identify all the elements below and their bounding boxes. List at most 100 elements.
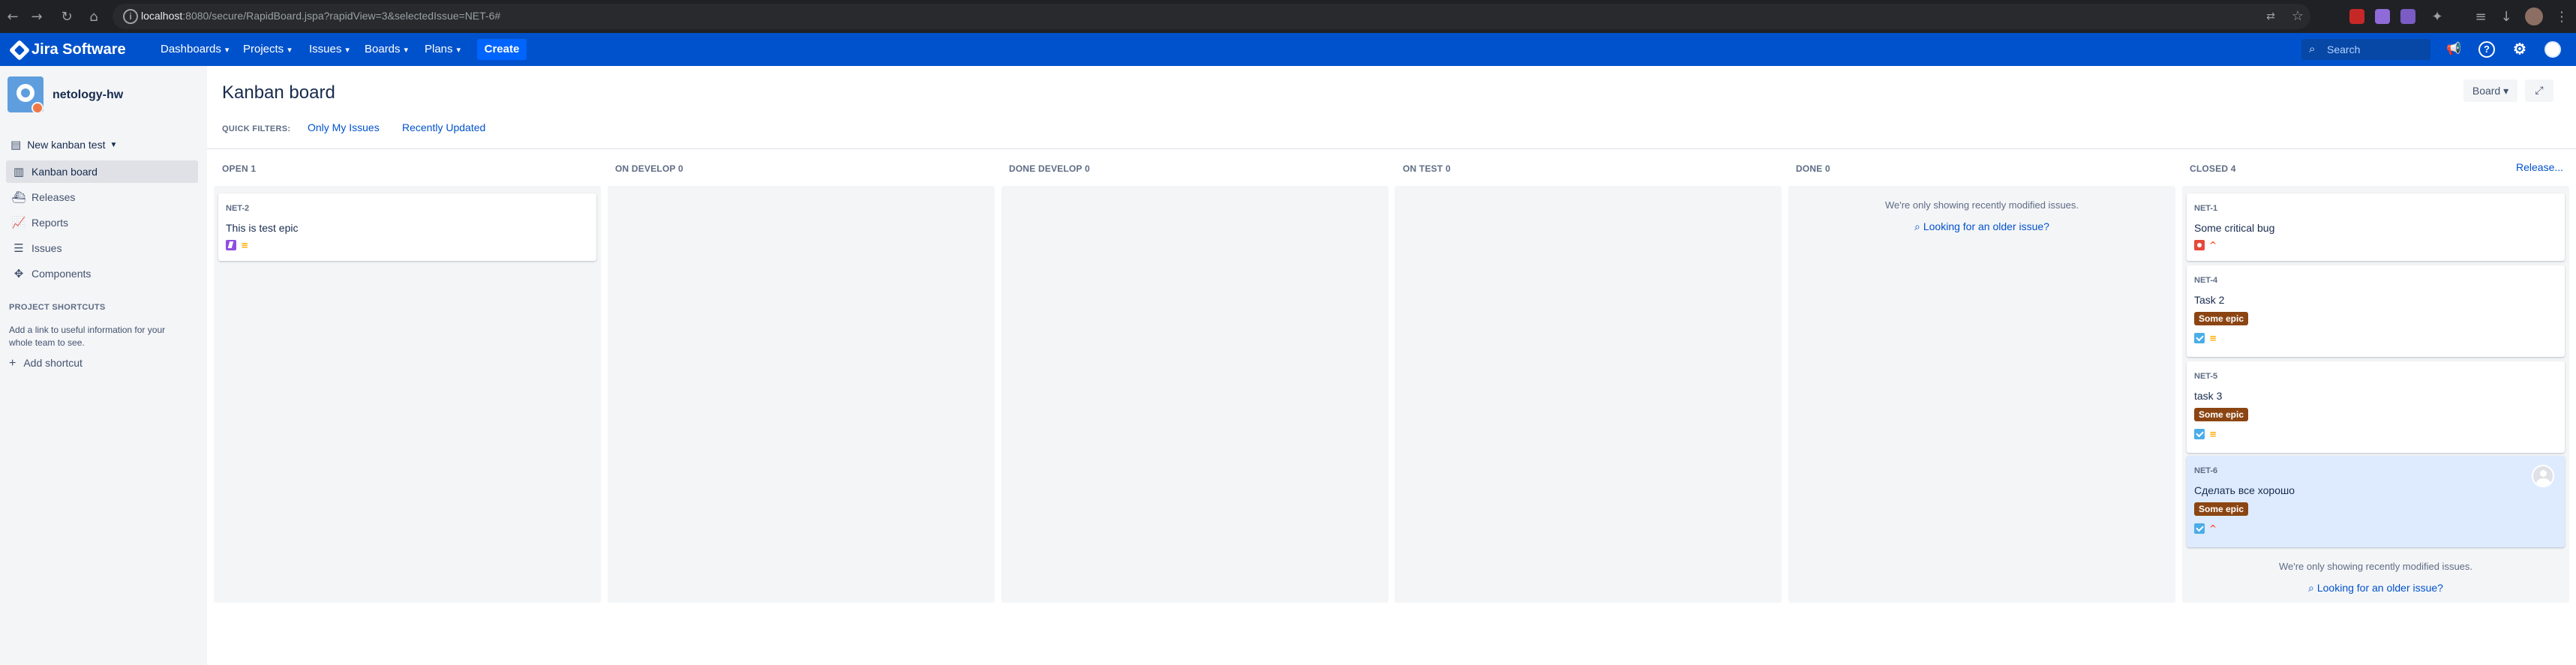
- task-type-icon: [2194, 333, 2205, 343]
- sidebar-item-issues[interactable]: ☰ Issues: [0, 237, 198, 259]
- board-menu-button[interactable]: Board ▾: [2463, 79, 2517, 102]
- issue-summary: Сделать все хорошо: [2194, 484, 2295, 496]
- download-icon[interactable]: ↓: [2498, 9, 2514, 25]
- nav-plans[interactable]: Plans ▾: [425, 43, 461, 55]
- epic-label[interactable]: Some epic: [2194, 502, 2249, 516]
- sidebar-item-label: Kanban board: [32, 166, 98, 178]
- assignee-avatar[interactable]: [2532, 465, 2554, 487]
- issue-summary: Task 2: [2194, 294, 2225, 306]
- forward-icon[interactable]: →: [29, 9, 45, 25]
- extension-icon[interactable]: [2349, 9, 2364, 24]
- jira-logo[interactable]: Jira Software: [8, 39, 126, 61]
- issue-key[interactable]: NET-6: [2194, 466, 2217, 475]
- column-done: We're only showing recently modified iss…: [1788, 186, 2175, 603]
- column-header-done-develop: DONE DEVELOP 0: [1009, 163, 1090, 174]
- add-shortcut-link[interactable]: + Add shortcut: [9, 357, 83, 370]
- issue-key[interactable]: NET-1: [2194, 204, 2217, 213]
- issue-card-net-6[interactable]: NET-6 Сделать все хорошо Some epic ^: [2187, 456, 2565, 547]
- search-icon: ⌕: [1914, 221, 1920, 233]
- issue-card-net-2[interactable]: NET-2 This is test epic ≡: [218, 193, 596, 261]
- browser-toolbar: ← → ↻ ⌂ i localhost:8080/secure/RapidBoa…: [0, 0, 2576, 33]
- issue-summary: Some critical bug: [2194, 222, 2275, 234]
- help-icon[interactable]: ?: [2478, 41, 2495, 58]
- filter-only-my-issues[interactable]: Only My Issues: [308, 121, 380, 133]
- priority-high-icon: ^: [2208, 240, 2217, 250]
- shortcuts-title: PROJECT SHORTCUTS: [9, 303, 106, 312]
- issue-key[interactable]: NET-2: [226, 204, 249, 213]
- column-header-open: OPEN 1: [222, 163, 257, 174]
- sidebar-item-kanban-board[interactable]: ▥ Kanban board: [6, 160, 198, 183]
- create-button[interactable]: Create: [477, 39, 527, 60]
- issue-summary: This is test epic: [226, 222, 299, 234]
- recent-issues-note: We're only showing recently modified iss…: [1884, 199, 2079, 211]
- profile-avatar[interactable]: [2525, 7, 2543, 25]
- home-icon[interactable]: ⌂: [86, 9, 102, 25]
- epic-label[interactable]: Some epic: [2194, 312, 2249, 325]
- column-header-on-develop: ON DEVELOP 0: [615, 163, 683, 174]
- issue-summary: task 3: [2194, 390, 2223, 402]
- jira-top-nav: Jira Software Dashboards ▾ Projects ▾ Issu…: [0, 33, 2576, 66]
- epic-label[interactable]: Some epic: [2194, 408, 2249, 421]
- column-done-develop: [1001, 186, 1389, 603]
- gear-icon[interactable]: ⚙: [2511, 41, 2528, 58]
- issue-card-net-4[interactable]: NET-4 Task 2 Some epic ≡: [2187, 265, 2565, 357]
- sidebar-item-components[interactable]: ✥ Components: [0, 262, 198, 285]
- chevron-down-icon: ▾: [287, 46, 292, 55]
- jira-logo-text: Jira Software: [32, 41, 126, 58]
- translate-icon[interactable]: ⇄: [2262, 8, 2279, 25]
- address-bar[interactable]: i localhost:8080/secure/RapidBoard.jspa?…: [113, 4, 2310, 29]
- board-icon: ▥: [13, 165, 25, 178]
- url-text[interactable]: localhost:8080/secure/RapidBoard.jspa?ra…: [141, 10, 500, 22]
- column-header-done: DONE 0: [1796, 163, 1830, 174]
- project-sidebar: netology-hw ▤ New kanban test ▼ ▥ Kanban…: [0, 66, 207, 665]
- extensions-puzzle-icon[interactable]: ✦: [2429, 9, 2445, 25]
- column-header-on-test: ON TEST 0: [1403, 163, 1451, 174]
- chevron-down-icon: ▾: [224, 46, 230, 55]
- filter-recently-updated[interactable]: Recently Updated: [402, 121, 485, 133]
- priority-medium-icon: ≡: [2208, 333, 2217, 343]
- ship-icon: ⛴: [11, 190, 26, 204]
- quick-filters-label: QUICK FILTERS:: [222, 124, 291, 133]
- issue-key[interactable]: NET-4: [2194, 276, 2217, 285]
- older-issue-link[interactable]: ⌕ Looking for an older issue?: [1788, 220, 2175, 233]
- browser-menu-icon[interactable]: ⋮: [2553, 9, 2570, 25]
- sidebar-item-label: Issues: [32, 242, 62, 254]
- issue-key[interactable]: NET-5: [2194, 372, 2217, 381]
- priority-medium-icon: ≡: [2208, 429, 2217, 439]
- release-link[interactable]: Release...: [2516, 161, 2563, 173]
- bookmark-star-icon[interactable]: ☆: [2289, 8, 2306, 25]
- site-info-icon[interactable]: i: [123, 9, 138, 24]
- chevron-down-icon: ▾: [456, 46, 461, 55]
- column-open: NET-2 This is test epic ≡: [214, 186, 601, 603]
- sidebar-item-label: Releases: [32, 191, 76, 203]
- older-issue-link[interactable]: ⌕ Looking for an older issue?: [2182, 582, 2569, 595]
- search-input[interactable]: ⌕ Search: [2301, 39, 2430, 60]
- column-header-closed: CLOSED 4: [2190, 163, 2236, 174]
- nav-dashboards[interactable]: Dashboards ▾: [161, 43, 229, 55]
- issue-card-net-5[interactable]: NET-5 task 3 Some epic ≡: [2187, 361, 2565, 453]
- extension-icon[interactable]: [2400, 9, 2415, 24]
- nav-projects[interactable]: Projects ▾: [243, 43, 292, 55]
- extension-icon[interactable]: [2375, 9, 2390, 24]
- issue-card-net-1[interactable]: NET-1 Some critical bug ^: [2187, 193, 2565, 261]
- sidebar-item-reports[interactable]: 📈 Reports: [0, 211, 198, 234]
- column-on-test: [1395, 186, 1782, 603]
- nav-issues[interactable]: Issues ▾: [309, 43, 350, 55]
- project-name[interactable]: netology-hw: [53, 88, 123, 102]
- chevron-down-icon: ▾: [2503, 85, 2509, 97]
- sidebar-item-releases[interactable]: ⛴ Releases: [0, 186, 198, 208]
- reload-icon[interactable]: ↻: [59, 9, 75, 25]
- recent-issues-note: We're only showing recently modified iss…: [2278, 561, 2473, 572]
- board-switcher[interactable]: ▤ New kanban test ▼: [11, 138, 117, 151]
- task-type-icon: [2194, 523, 2205, 534]
- notifications-icon[interactable]: 📢: [2445, 41, 2462, 58]
- media-icon[interactable]: ≡: [2472, 9, 2489, 25]
- user-avatar[interactable]: [2544, 41, 2561, 58]
- epic-type-icon: [226, 240, 236, 250]
- divider: [207, 148, 2576, 149]
- priority-medium-icon: ≡: [240, 240, 249, 250]
- back-icon[interactable]: ←: [5, 9, 21, 25]
- jira-logo-icon: [8, 39, 31, 61]
- expand-icon[interactable]: ⤢: [2525, 79, 2553, 102]
- nav-boards[interactable]: Boards ▾: [365, 43, 408, 55]
